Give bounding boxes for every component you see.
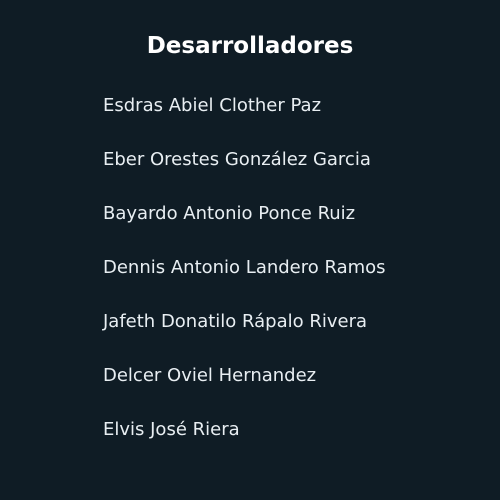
developer-name: Delcer Oviel Hernandez [103, 365, 317, 386]
developer-name: Jafeth Donatilo Rápalo Rivera [103, 311, 368, 332]
developer-name: Dennis Antonio Landero Ramos [103, 257, 386, 278]
developer-list: Esdras Abiel Clother Paz Eber Orestes Go… [103, 89, 386, 467]
developer-name: Eber Orestes González Garcia [103, 149, 371, 170]
developer-name: Elvis José Riera [103, 419, 240, 440]
developer-name: Esdras Abiel Clother Paz [103, 95, 322, 116]
developers-panel: Desarrolladores Esdras Abiel Clother Paz… [0, 0, 500, 500]
page-title: Desarrolladores [146, 33, 354, 59]
developer-name: Bayardo Antonio Ponce Ruiz [103, 203, 356, 224]
